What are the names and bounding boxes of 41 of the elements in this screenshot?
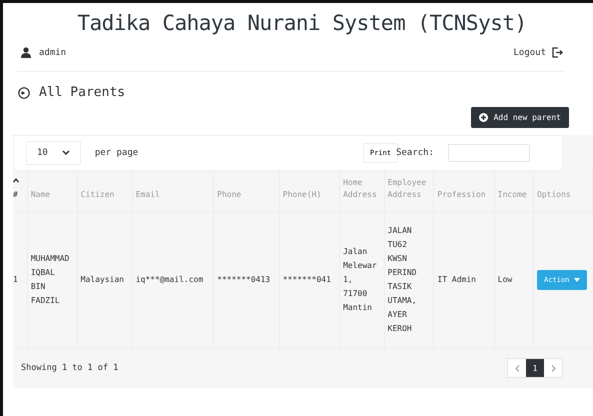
column-header[interactable]: Phone(H) — [279, 171, 340, 212]
username: admin — [39, 48, 66, 58]
column-header[interactable]: Income — [494, 171, 534, 212]
chevron-right-icon[interactable] — [550, 364, 556, 372]
user-icon — [21, 47, 31, 58]
arrow-circle-icon — [18, 86, 30, 98]
table-cell: MUHAMMAD IQBAL BIN FADZIL — [27, 212, 78, 348]
table-cell: IT Admin — [434, 212, 494, 348]
table-cell: *******041 — [279, 212, 340, 348]
chevron-down-icon[interactable] — [62, 150, 70, 156]
sort-icon[interactable] — [13, 178, 19, 183]
column-header[interactable]: Employee Address — [384, 171, 434, 212]
app-title: Tadika Cahaya Nurani System (TCNSyst) — [76, 11, 528, 35]
caret-icon[interactable] — [574, 278, 580, 282]
results-summary: Showing 1 to 1 of 1 — [21, 363, 118, 373]
plus-circle-icon[interactable] — [478, 113, 488, 122]
table-cell: Jalan Melewar 1, 71700 Mantin — [340, 212, 384, 348]
table-cell: *******0413 — [214, 212, 280, 348]
table-cell: 1 — [13, 212, 28, 348]
table-cell: JALAN TU62 KWSN PERIND TASIK UTAMA, AYER KEROH — [384, 212, 434, 348]
search-label: Search: — [396, 148, 434, 158]
page-title: All Parents — [39, 85, 126, 100]
search-field[interactable] — [448, 144, 530, 162]
column-header[interactable]: Home Address — [340, 171, 384, 212]
column-header[interactable]: Profession — [434, 171, 494, 212]
column-header[interactable]: Options — [534, 171, 592, 212]
logout-link[interactable]: Logout — [513, 47, 563, 58]
table-cell: Low — [494, 212, 534, 348]
column-header[interactable]: Phone — [214, 171, 280, 212]
add-parent-button[interactable]: Add new parent — [470, 107, 569, 128]
column-header[interactable]: Email — [132, 171, 214, 212]
table-cell: Malaysian — [77, 212, 132, 348]
page-button[interactable]: 1 — [526, 359, 544, 377]
table-cell: iq***@mail.com — [132, 212, 214, 348]
column-header[interactable]: # — [13, 171, 28, 212]
column-header[interactable]: Citizen — [77, 171, 132, 212]
logout-icon[interactable] — [552, 47, 563, 58]
page-size-select[interactable]: 10 — [26, 141, 81, 165]
chevron-left-icon[interactable] — [514, 364, 520, 372]
per-page-label: per page — [94, 148, 138, 158]
column-header[interactable]: Name — [27, 171, 78, 212]
